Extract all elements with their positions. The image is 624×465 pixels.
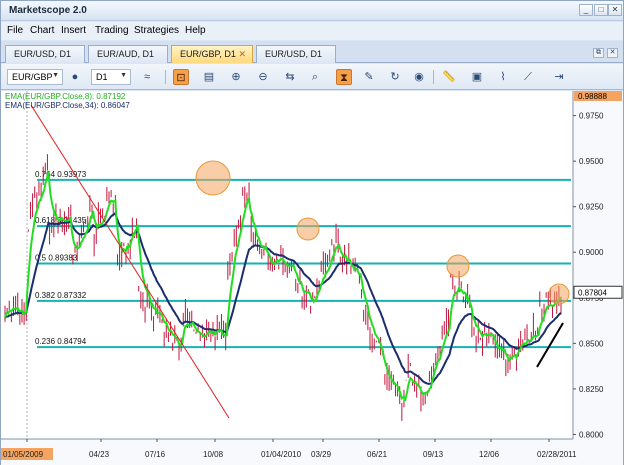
date-tick-label: 02/28/2011: [537, 450, 577, 459]
chevron-down-icon: ▼: [120, 72, 127, 79]
date-tick-label: 10/08: [203, 450, 224, 459]
close-button[interactable]: ✕: [608, 4, 622, 16]
current-peak-highlight: [548, 283, 570, 305]
symbol-select[interactable]: EUR/GBP ▼: [7, 69, 63, 85]
price-axis-panel: [573, 91, 623, 465]
chart-type-icon[interactable]: ≈: [139, 69, 155, 85]
indicator-icon[interactable]: ⌇: [495, 69, 511, 85]
toolbar-separator: [165, 70, 166, 84]
tab-label: EUR/USD, D1: [265, 49, 323, 59]
menu-insert[interactable]: Insert: [61, 25, 86, 36]
price-tick-label: 0.9500: [579, 157, 604, 166]
restore-chart-button[interactable]: ⧉: [593, 48, 604, 58]
price-bars: [4, 154, 562, 421]
refresh-icon[interactable]: ↻: [387, 69, 403, 85]
ema-slow-line: [4, 211, 562, 385]
app-title: Marketscope 2.0: [9, 5, 87, 16]
chart-tab-bar: EUR/USD, D1 EUR/AUD, D1 EUR/GBP, D1 ✕ EU…: [1, 41, 623, 63]
close-tab-icon[interactable]: ✕: [238, 49, 246, 60]
price-tick-label: 0.8000: [579, 430, 604, 439]
current-price-label: 0.87804: [578, 288, 607, 297]
globe-icon[interactable]: ◉: [411, 69, 427, 85]
zoom-in-icon[interactable]: ⊕: [228, 69, 244, 85]
tab-eurusd-d1[interactable]: EUR/USD, D1: [5, 45, 85, 63]
price-tick-label: 0.9000: [579, 248, 604, 257]
chart-canvas: 0.764 0.939730.618 0.914350.5 0.893830.3…: [1, 91, 623, 465]
menu-file[interactable]: File: [7, 25, 23, 36]
scroll-icon[interactable]: ⇆: [282, 69, 298, 85]
tab-label: EUR/GBP, D1: [180, 49, 236, 59]
ema-fast-label: EMA(EUR/GBP.Close,8): 0.87192: [5, 92, 126, 101]
minimize-button[interactable]: _: [579, 4, 593, 16]
price-tick-label: 0.8500: [579, 339, 604, 348]
date-tick-label: 12/06: [479, 450, 500, 459]
image-icon[interactable]: ▣: [469, 69, 485, 85]
symbol-value: EUR/GBP: [12, 72, 53, 82]
close-chart-button[interactable]: ✕: [607, 48, 618, 58]
menu-help[interactable]: Help: [185, 25, 206, 36]
date-tick-label: 07/16: [145, 450, 166, 459]
date-tick-label: 01/04/2010: [261, 450, 302, 459]
date-tick-label: 06/21: [367, 450, 388, 459]
ema-slow-legend: EMA(EUR/GBP.Close,34): 0.86047: [5, 101, 130, 110]
peak-highlight: [296, 217, 320, 241]
date-tick-label: 03/29: [311, 450, 332, 459]
fib-level-label: 0.5 0.89383: [35, 253, 78, 262]
properties-icon[interactable]: ✎: [361, 69, 377, 85]
ema-slow-label: EMA(EUR/GBP.Close,34): 0.86047: [5, 101, 130, 110]
toolbar-separator: [433, 70, 434, 84]
price-chart[interactable]: 0.764 0.93973 0.618 0.91435 0.5 0.89383 0.3…: [1, 91, 623, 465]
tab-label: EUR/AUD, D1: [97, 49, 155, 59]
hourglass-icon[interactable]: ⧗: [336, 69, 352, 85]
crosshair-mode-icon[interactable]: ⊡: [173, 69, 189, 85]
top-price-label: 0.98888: [578, 92, 607, 101]
tab-eurusd-d1-2[interactable]: EUR/USD, D1: [256, 45, 336, 63]
chart-toolbar: EUR/GBP ▼ ● D1 ▼ ≈ ⊡ ▤ ⊕ ⊖ ⇆ ⌕ ⧗ ✎ ↻ ◉ 📏…: [1, 64, 623, 90]
timeframe-value: D1: [96, 72, 108, 82]
color-scheme-icon[interactable]: ●: [67, 69, 83, 85]
uptrend-line: [536, 322, 564, 368]
price-tick-label: 0.9750: [579, 112, 604, 121]
menu-strategies[interactable]: Strategies: [134, 25, 179, 36]
maximize-button[interactable]: □: [594, 4, 608, 16]
tab-label: EUR/USD, D1: [14, 49, 72, 59]
peak-highlight: [446, 254, 470, 278]
menu-trading[interactable]: Trading: [95, 25, 129, 36]
title-bar: Marketscope 2.0 _ □ ✕: [1, 1, 623, 21]
marketscope-window: Marketscope 2.0 _ □ ✕ File Chart Insert …: [0, 0, 624, 465]
date-tick-label: 01/05/2009: [3, 450, 44, 459]
export-icon[interactable]: ⇥: [551, 69, 567, 85]
zoom-out-icon[interactable]: ⊖: [255, 69, 271, 85]
price-tick-label: 0.8250: [579, 385, 604, 394]
ruler-icon[interactable]: 📏: [441, 69, 457, 85]
chevron-down-icon: ▼: [52, 72, 59, 79]
ema-fast-legend: EMA(EUR/GBP.Close,8): 0.87192: [5, 92, 125, 101]
menu-bar: File Chart Insert Trading Strategies Hel…: [1, 22, 623, 40]
large-peak-highlight: [195, 160, 231, 196]
fib-level-label: 0.382 0.87332: [35, 291, 87, 300]
fib-level-label: 0.236 0.84794: [35, 337, 87, 346]
date-tick-label: 04/23: [89, 450, 110, 459]
tab-eurgbp-d1[interactable]: EUR/GBP, D1 ✕: [171, 45, 253, 63]
price-tick-label: 0.9250: [579, 203, 604, 212]
zoom-area-icon[interactable]: ⌕: [307, 69, 323, 85]
ema-fast-line: [4, 171, 562, 402]
menu-chart[interactable]: Chart: [30, 25, 54, 36]
date-tick-label: 09/13: [423, 450, 444, 459]
data-window-icon[interactable]: ▤: [201, 69, 217, 85]
tab-euraud-d1[interactable]: EUR/AUD, D1: [88, 45, 168, 63]
timeframe-select[interactable]: D1 ▼: [91, 69, 131, 85]
drawing-tools-icon[interactable]: ⟋: [520, 69, 536, 85]
